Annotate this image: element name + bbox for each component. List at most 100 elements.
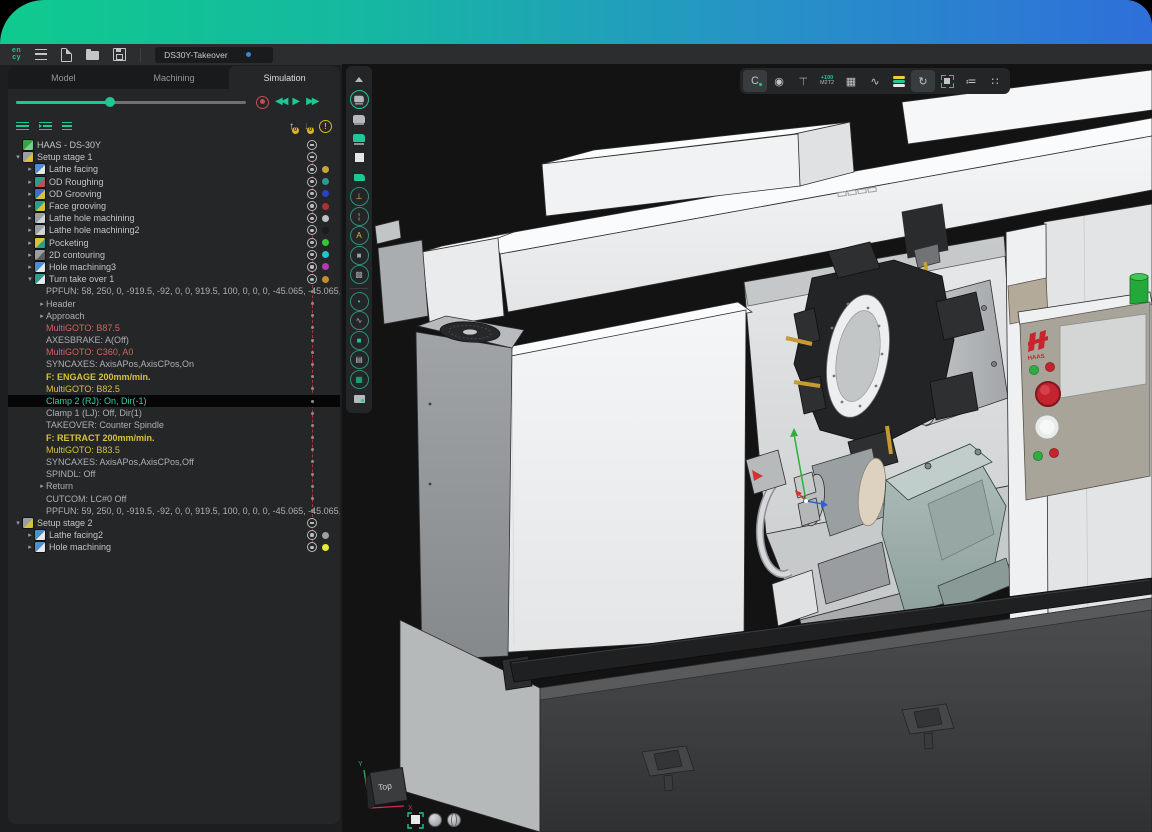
solid-display-icon[interactable]: ■ [348, 331, 370, 351]
simulation-progress-slider[interactable] [16, 101, 246, 104]
tree-row[interactable]: Clamp 1 (LJ): Off, Dir(1) [8, 407, 340, 419]
grid-dots-icon[interactable]: ∷ [983, 70, 1007, 92]
move-up-errors-icon[interactable]: ↑0 [289, 121, 294, 132]
open-file-icon[interactable] [86, 51, 99, 60]
trace-toggle-icon[interactable] [307, 542, 317, 552]
table-display-icon[interactable]: ▦ [348, 370, 370, 390]
tree-row[interactable]: ▸Hole machining [8, 541, 340, 553]
layers-stack-icon[interactable] [887, 70, 911, 92]
tree-row[interactable]: SPINDL: Off [8, 468, 340, 480]
tree-row[interactable]: ▸Lathe hole machining2 [8, 224, 340, 236]
tree-row[interactable]: ▸Return [8, 480, 340, 492]
tree-row[interactable]: ▸Face grooving [8, 200, 340, 212]
chevron-closed-icon[interactable]: ▸ [26, 178, 34, 186]
tree-row[interactable]: ▸Lathe facing [8, 163, 340, 175]
trace-toggle-icon[interactable] [307, 225, 317, 235]
screen-capture-icon[interactable] [348, 389, 370, 409]
trace-toggle-icon[interactable] [307, 262, 317, 272]
tree-row[interactable]: CUTCOM: LC#0 Off [8, 492, 340, 504]
trace-toggle-icon[interactable] [307, 274, 317, 284]
operation-color-dot[interactable] [322, 203, 329, 210]
record-button[interactable] [256, 96, 269, 109]
operation-color-dot[interactable] [322, 276, 329, 283]
tree-row[interactable]: ▾Setup stage 2 [8, 517, 340, 529]
slider-thumb[interactable] [105, 97, 115, 107]
tree-row[interactable]: MultiGOTO: B83.5 [8, 444, 340, 456]
move-down-errors-icon[interactable]: ↓0 [304, 121, 309, 132]
tree-row[interactable]: Clamp 2 (RJ): On, Dir(-1) [8, 395, 340, 407]
chevron-closed-icon[interactable]: ▸ [26, 251, 34, 259]
tree-row[interactable]: AXESBRAKE: A(Off) [8, 334, 340, 346]
tree-row[interactable]: ▸Pocketing [8, 237, 340, 249]
chevron-closed-icon[interactable]: ▸ [26, 202, 34, 210]
play-button[interactable]: ▶ [292, 97, 300, 107]
tree-row[interactable]: TAKEOVER: Counter Spindle [8, 419, 340, 431]
operation-color-dot[interactable] [322, 227, 329, 234]
tree-row[interactable]: ▸Lathe hole machining [8, 212, 340, 224]
tree-row[interactable]: ▸OD Grooving [8, 188, 340, 200]
trajectory-points-icon[interactable]: ↻ [911, 70, 935, 92]
chevron-closed-icon[interactable]: ▸ [26, 543, 34, 551]
document-tab[interactable]: DS30Y-Takeover [155, 47, 273, 63]
c-axis-clamp-icon[interactable]: C [743, 70, 767, 92]
sheets-display-icon[interactable]: ▤ [348, 350, 370, 370]
tree-row[interactable]: ▸Hole machining3 [8, 261, 340, 273]
viewport-3d[interactable]: HAAS [342, 64, 1152, 832]
operation-color-dot[interactable] [322, 544, 329, 551]
tree-row[interactable]: MultiGOTO: B87.5 [8, 322, 340, 334]
operation-color-dot[interactable] [322, 166, 329, 173]
tool-offset-icon[interactable]: +100M2T2 [815, 70, 839, 92]
drill-display-icon[interactable]: ¦ [348, 207, 370, 227]
operation-color-dot[interactable] [322, 215, 329, 222]
trace-toggle-icon[interactable] [307, 250, 317, 260]
chevron-closed-icon[interactable]: ▸ [26, 214, 34, 222]
shaded-sphere-icon[interactable] [429, 814, 442, 827]
calculator-icon[interactable]: ▦ [839, 70, 863, 92]
operation-color-dot[interactable] [322, 263, 329, 270]
trace-toggle-icon[interactable] [307, 140, 317, 150]
operation-color-dot[interactable] [322, 178, 329, 185]
chevron-closed-icon[interactable]: ▸ [38, 300, 46, 308]
trace-toggle-icon[interactable] [307, 189, 317, 199]
trace-toggle-icon[interactable] [307, 518, 317, 528]
trace-toggle-icon[interactable] [307, 530, 317, 540]
tree-row[interactable]: ▸2D contouring [8, 249, 340, 261]
trace-toggle-icon[interactable] [307, 164, 317, 174]
rewind-button[interactable]: ◀◀ [275, 97, 286, 107]
trace-toggle-icon[interactable] [307, 152, 317, 162]
trace-toggle-icon[interactable] [307, 201, 317, 211]
probe-inspect-icon[interactable]: ◉ [767, 70, 791, 92]
chevron-closed-icon[interactable]: ▸ [26, 226, 34, 234]
trace-toggle-icon[interactable] [307, 177, 317, 187]
trace-toggle-icon[interactable] [307, 213, 317, 223]
operation-color-dot[interactable] [322, 239, 329, 246]
warnings-icon[interactable]: ! [319, 120, 332, 133]
tab-model[interactable]: Model [8, 66, 119, 89]
tree-row[interactable]: ▸Lathe facing2 [8, 529, 340, 541]
collapse-all-icon[interactable] [62, 122, 72, 131]
wireframe-sphere-icon[interactable] [448, 814, 461, 827]
go-to-current-icon[interactable] [39, 122, 52, 131]
curve-display-icon[interactable]: ∿ [348, 311, 370, 331]
chevron-open-icon[interactable]: ▾ [14, 519, 22, 527]
chevron-closed-icon[interactable]: ▸ [26, 239, 34, 247]
tree-row[interactable]: PPFUN: 58, 250, 0, -919.5, -92, 0, 0, 91… [8, 285, 340, 297]
chevron-closed-icon[interactable]: ▸ [38, 312, 46, 320]
machine-plain-icon[interactable] [348, 109, 370, 129]
workpiece-display-icon[interactable]: ■ [348, 246, 370, 266]
chevron-closed-icon[interactable]: ▸ [26, 531, 34, 539]
save-file-icon[interactable] [113, 48, 126, 61]
tree-row[interactable]: F: ENGAGE 200mm/min. [8, 371, 340, 383]
stock-visibility-icon[interactable] [348, 148, 370, 168]
caliper-measure-icon[interactable]: ⊢ [791, 70, 815, 92]
chevron-open-icon[interactable]: ▾ [26, 275, 34, 283]
tree-row[interactable]: ▾Turn take over 1 [8, 273, 340, 285]
tree-row[interactable]: SYNCAXES: AxisAPos,AxisCPos,Off [8, 456, 340, 468]
tool-display-icon[interactable]: ⊥ [348, 187, 370, 207]
operation-color-dot[interactable] [322, 190, 329, 197]
trace-toggle-icon[interactable] [307, 238, 317, 248]
tree-row[interactable]: ▾Setup stage 1 [8, 151, 340, 163]
tree-row[interactable]: MultiGOTO: C360, A0 [8, 346, 340, 358]
mesh-display-icon[interactable]: ▩ [348, 265, 370, 285]
tab-simulation[interactable]: Simulation [229, 66, 340, 89]
